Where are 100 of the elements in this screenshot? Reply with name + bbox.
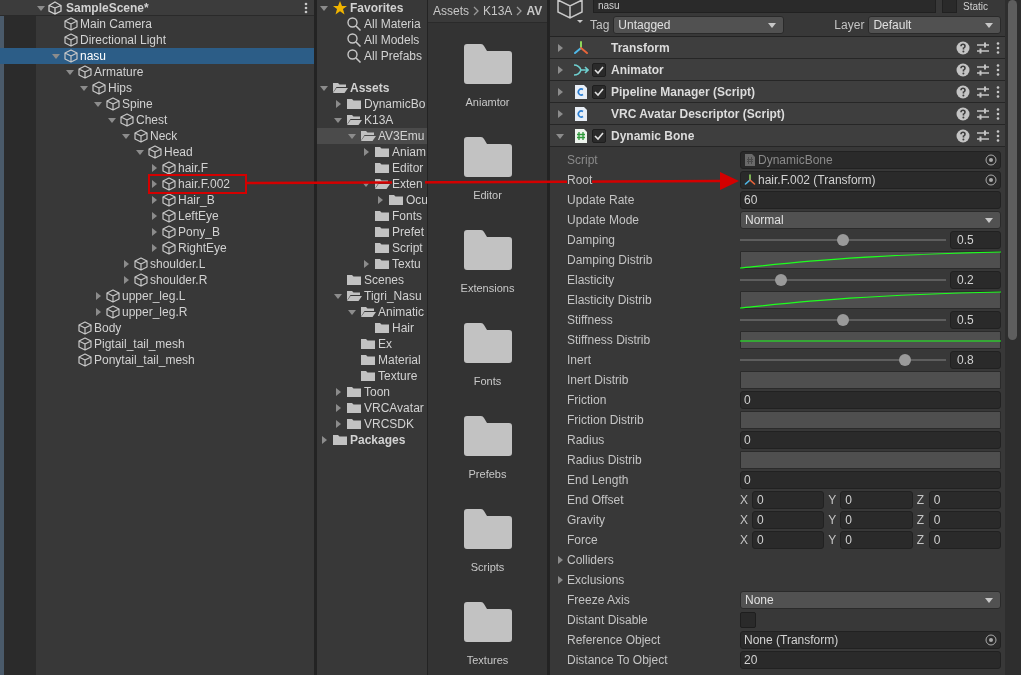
tree-item[interactable]: Favorites (317, 0, 427, 16)
breadcrumb-item[interactable]: Assets (433, 4, 469, 18)
checkbox[interactable] (592, 62, 606, 77)
tree-item[interactable]: VRCAvatar (317, 400, 427, 416)
sliders-icon[interactable] (976, 128, 990, 143)
help-icon[interactable] (956, 40, 970, 55)
folder-icon[interactable] (463, 230, 512, 270)
number-field[interactable]: 0 (740, 431, 1001, 449)
number-field[interactable]: 0 (840, 531, 913, 549)
component-header[interactable]: Transform (550, 37, 1005, 59)
curve-field[interactable] (740, 251, 1001, 269)
checkbox[interactable] (592, 84, 606, 99)
tree-item[interactable]: Neck (0, 128, 314, 144)
tree-item[interactable]: Editor (317, 160, 427, 176)
folder-item[interactable]: Fonts (428, 302, 547, 395)
curve-field[interactable] (740, 291, 1001, 309)
tree-item[interactable]: Head (0, 144, 314, 160)
tree-item[interactable]: Main Camera (0, 16, 314, 32)
number-field[interactable]: 0.5 (950, 231, 1001, 249)
number-field[interactable]: 0.2 (950, 271, 1001, 289)
folder-icon[interactable] (463, 509, 512, 549)
folder-item[interactable]: Scripts (428, 488, 547, 581)
tree-item[interactable]: VRCSDK (317, 416, 427, 432)
number-field[interactable]: 0.5 (950, 311, 1001, 329)
number-field[interactable]: 0 (752, 531, 825, 549)
tree-item[interactable]: Fonts (317, 208, 427, 224)
number-field[interactable]: 20 (740, 651, 1001, 669)
checkbox[interactable] (592, 128, 606, 143)
layer-dropdown[interactable]: Default (868, 16, 1001, 34)
tree-item[interactable]: Chest (0, 112, 314, 128)
tree-item[interactable]: hair.F (0, 160, 314, 176)
tree-item[interactable]: AV3Emu (317, 128, 427, 144)
number-field[interactable]: 0 (752, 511, 825, 529)
component-header[interactable]: Pipeline Manager (Script) (550, 81, 1005, 103)
tree-item[interactable]: Toon (317, 384, 427, 400)
number-field[interactable]: 0 (928, 511, 1001, 529)
breadcrumb-item[interactable]: AV (526, 4, 543, 18)
slider-thumb[interactable] (837, 234, 849, 246)
tree-item[interactable]: Pigtail_tail_mesh (0, 336, 314, 352)
number-field[interactable]: 0 (928, 491, 1001, 509)
more-icon[interactable] (304, 1, 308, 14)
breadcrumb-item[interactable]: K13A (483, 4, 513, 18)
help-icon[interactable] (956, 62, 970, 77)
tree-item[interactable]: Ex (317, 336, 427, 352)
dropdown[interactable]: Normal (740, 211, 1001, 229)
curve-field[interactable] (740, 451, 1001, 469)
tree-item[interactable]: Texture (317, 368, 427, 384)
slider-thumb[interactable] (898, 354, 911, 366)
tree-item[interactable]: K13A (317, 112, 427, 128)
number-field[interactable]: 0 (740, 391, 1001, 409)
number-field[interactable]: 0 (928, 531, 1001, 549)
folder-item[interactable]: Extensions (428, 209, 547, 302)
number-field[interactable]: 0 (840, 491, 913, 509)
more-icon[interactable] (996, 106, 1000, 121)
tree-item[interactable]: upper_leg.R (0, 304, 314, 320)
folder-item[interactable]: Aniamtor (428, 23, 547, 116)
tree-item[interactable]: Material (317, 352, 427, 368)
sliders-icon[interactable] (976, 40, 990, 55)
foldout-toggle[interactable]: Exclusions (553, 572, 625, 588)
sliders-icon[interactable] (976, 106, 990, 121)
tree-item[interactable]: Directional Light (0, 32, 314, 48)
tree-item[interactable]: Animatic (317, 304, 427, 320)
object-picker-icon[interactable] (985, 154, 997, 166)
object-picker-icon[interactable] (985, 634, 997, 646)
number-field[interactable]: 60 (740, 191, 1001, 209)
tree-item[interactable]: shoulder.R (0, 272, 314, 288)
number-field[interactable]: 0 (752, 491, 825, 509)
more-icon[interactable] (996, 84, 1000, 99)
tree-item[interactable]: RightEye (0, 240, 314, 256)
checkbox[interactable] (740, 612, 756, 628)
tree-item[interactable]: All Materia (317, 16, 427, 32)
folder-icon[interactable] (463, 416, 512, 456)
help-icon[interactable] (956, 106, 970, 121)
tree-item[interactable]: Hips (0, 80, 314, 96)
tree-item[interactable]: shoulder.L (0, 256, 314, 272)
tree-item[interactable]: Ocu (317, 192, 427, 208)
curve-field[interactable] (740, 371, 1001, 389)
tree-item[interactable]: Packages (317, 432, 427, 448)
tree-item[interactable]: LeftEye (0, 208, 314, 224)
folder-icon[interactable] (463, 602, 512, 642)
tree-item[interactable]: Spine (0, 96, 314, 112)
tree-item[interactable]: Pony_B (0, 224, 314, 240)
tree-item[interactable]: hair.F.002 (0, 176, 314, 192)
object-field[interactable]: None (Transform) (740, 631, 1001, 649)
sliders-icon[interactable] (976, 84, 990, 99)
more-icon[interactable] (996, 128, 1000, 143)
tree-item[interactable]: Prefet (317, 224, 427, 240)
curve-field[interactable] (740, 411, 1001, 429)
tree-item[interactable]: Body (0, 320, 314, 336)
object-picker-icon[interactable] (985, 174, 997, 186)
component-header[interactable]: Animator (550, 59, 1005, 81)
scrollbar-thumb[interactable] (1008, 0, 1017, 340)
object-field[interactable]: hair.F.002 (Transform) (740, 171, 1001, 189)
more-icon[interactable] (996, 40, 1000, 55)
sliders-icon[interactable] (976, 62, 990, 77)
component-header[interactable]: VRC Avatar Descriptor (Script) (550, 103, 1005, 125)
tree-item[interactable]: Ponytail_tail_mesh (0, 352, 314, 368)
component-header[interactable]: Dynamic Bone (550, 125, 1005, 147)
tree-item[interactable]: Textu (317, 256, 427, 272)
number-field[interactable]: 0.8 (950, 351, 1001, 369)
